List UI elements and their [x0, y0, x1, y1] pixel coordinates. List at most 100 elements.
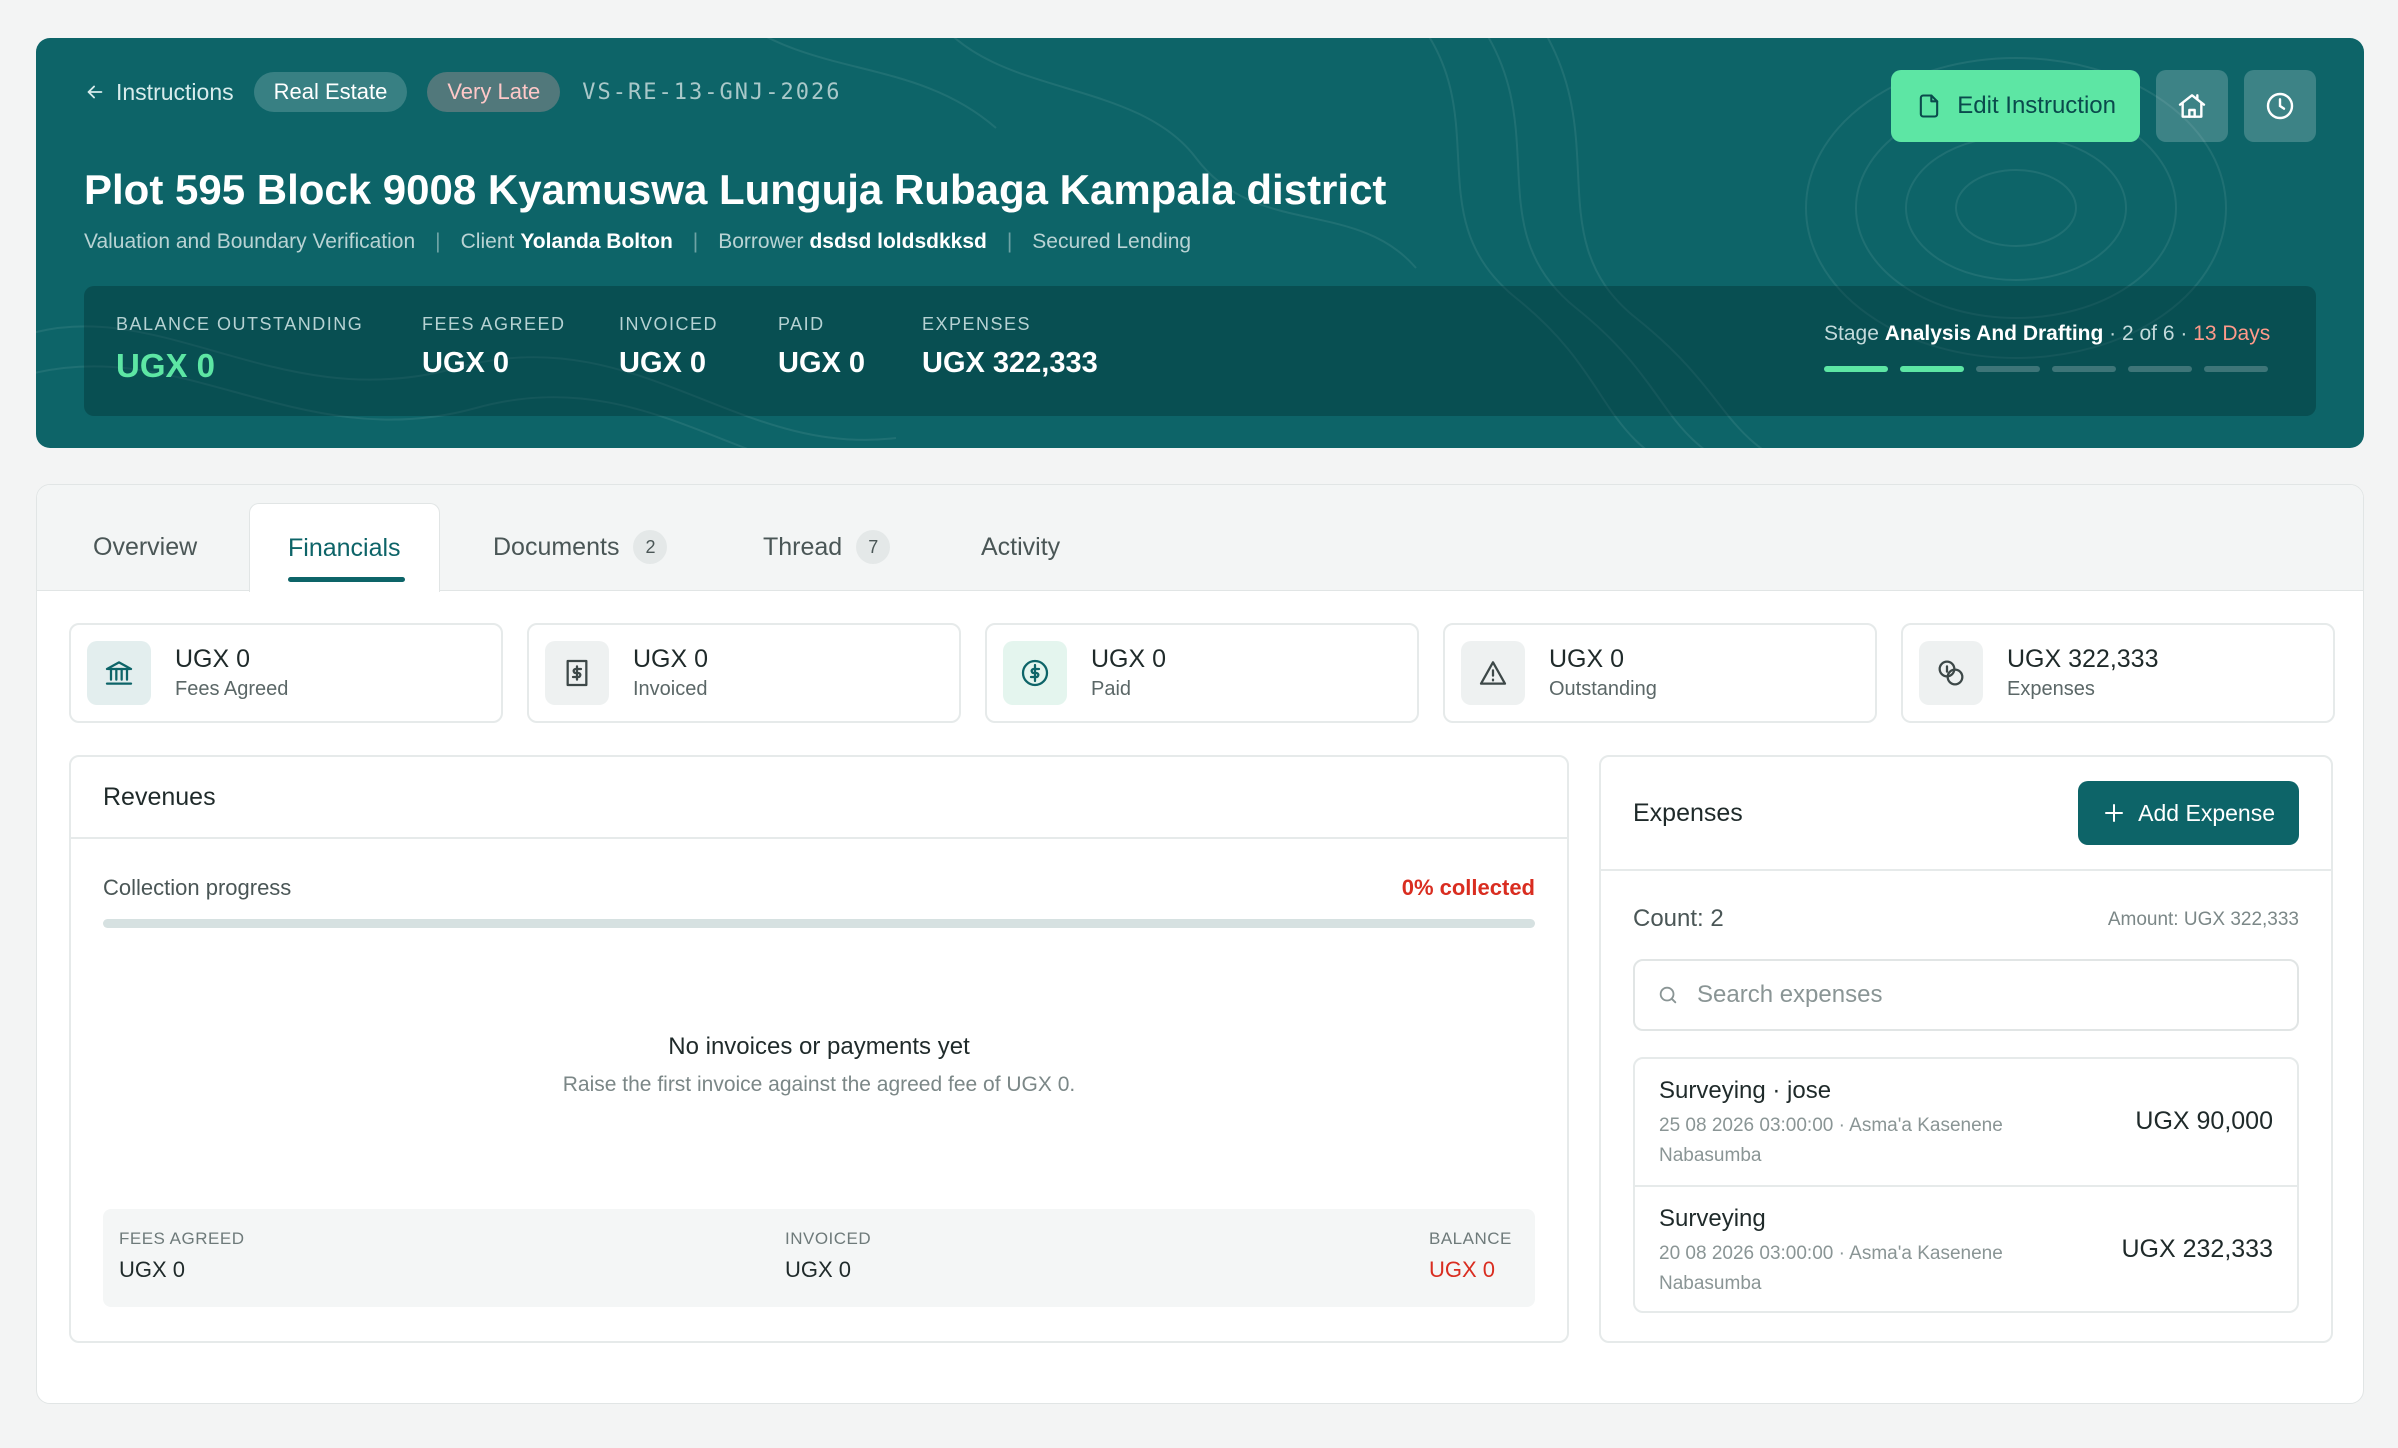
summary-label: INVOICED — [785, 1229, 872, 1248]
purpose: Secured Lending — [1032, 230, 1192, 253]
kpi-fees-agreed: UGX 0 Fees Agreed — [69, 623, 503, 723]
client-name: Yolanda Bolton — [520, 230, 673, 253]
empty-state-title: No invoices or payments yet — [668, 1033, 970, 1060]
empty-state-subtitle: Raise the first invoice against the agre… — [562, 1073, 1076, 1096]
stat-label: FEES AGREED — [422, 314, 566, 334]
history-button[interactable] — [2244, 70, 2316, 142]
client-label: Client — [460, 230, 515, 253]
summary-label: FEES AGREED — [119, 1229, 245, 1248]
add-expense-button[interactable]: Add Expense — [2078, 781, 2299, 845]
stage-text: Stage Analysis And Drafting · 2 of 6 · 1… — [1824, 322, 2270, 346]
meta-separator: | — [692, 230, 699, 253]
collection-progress-label: Collection progress — [103, 875, 292, 900]
kpi-text: UGX 0 Paid — [1091, 645, 1166, 701]
kpi-label: Fees Agreed — [175, 678, 289, 700]
back-to-instructions-link[interactable]: Instructions — [84, 79, 234, 106]
dollar-circle-icon — [1021, 659, 1049, 687]
tab-financials[interactable]: Financials — [249, 503, 440, 592]
plus-icon — [2105, 804, 2124, 822]
coins-icon — [1938, 660, 1964, 686]
reference-code: VS-RE-13-GNJ-2026 — [582, 79, 842, 105]
stat-value: UGX 322,333 — [922, 347, 1098, 379]
kpi-icon-wrap — [1919, 641, 1983, 705]
meta-separator: | — [1006, 230, 1013, 253]
stage-step — [1976, 366, 2040, 372]
kpi-icon-wrap — [1003, 641, 1067, 705]
expense-name: Surveying · jose — [1659, 1077, 1832, 1104]
stage-step — [1900, 366, 1964, 372]
expense-item[interactable]: Surveying · jose 25 08 2026 03:00:00 · A… — [1635, 1059, 2297, 1185]
meta-separator: | — [435, 230, 441, 253]
tab-label: Activity — [981, 532, 1061, 561]
kpi-text: UGX 0 Invoiced — [633, 645, 708, 701]
kpi-label: Paid — [1091, 678, 1132, 700]
revenues-title: Revenues — [71, 757, 1567, 839]
expense-amount: UGX 90,000 — [2135, 1107, 2273, 1135]
tab-activity[interactable]: Activity — [981, 503, 1060, 591]
revenues-panel: Revenues Collection progress 0% collecte… — [69, 755, 1569, 1343]
stat-paid: PAID UGX 0 — [778, 314, 865, 380]
kpi-text: UGX 0 Fees Agreed — [175, 645, 288, 701]
stage-step — [1824, 366, 1888, 372]
stage-position: · 2 of 6 · — [2103, 322, 2194, 345]
edit-instruction-button[interactable]: Edit Instruction — [1891, 70, 2140, 142]
collection-progress-row: Collection progress 0% collected — [103, 875, 1535, 901]
stage-steps — [1824, 366, 2268, 372]
kpi-icon-wrap — [545, 641, 609, 705]
tab-thread[interactable]: Thread 7 — [763, 503, 891, 591]
house-icon — [2178, 94, 2206, 118]
back-link-label: Instructions — [116, 78, 234, 105]
arrow-left-icon — [87, 85, 103, 99]
property-button[interactable] — [2156, 70, 2228, 142]
stage-step — [2204, 366, 2268, 372]
kpi-text: UGX 322,333 Expenses — [2007, 645, 2159, 701]
stage-step — [2052, 366, 2116, 372]
expense-list: Surveying · jose 25 08 2026 03:00:00 · A… — [1633, 1057, 2299, 1313]
kpi-label: Invoiced — [633, 678, 708, 700]
kpi-value: UGX 0 — [175, 645, 251, 673]
kpi-invoiced: UGX 0 Invoiced — [527, 623, 961, 723]
kpi-icon-wrap — [87, 641, 151, 705]
stage-progress: Stage Analysis And Drafting · 2 of 6 · 1… — [1824, 322, 2270, 372]
expense-amount: UGX 232,333 — [2121, 1235, 2274, 1263]
expense-item[interactable]: Surveying 20 08 2026 03:00:00 · Asma'a K… — [1635, 1185, 2297, 1311]
tab-overview[interactable]: Overview — [93, 503, 197, 591]
expense-name: Surveying — [1659, 1205, 1766, 1232]
kpi-outstanding: UGX 0 Outstanding — [1443, 623, 1877, 723]
header-actions: Edit Instruction — [1891, 70, 2316, 142]
kpi-value: UGX 0 — [1549, 645, 1625, 673]
expense-search — [1633, 959, 2299, 1031]
add-expense-label: Add Expense — [2138, 799, 2275, 826]
stat-fees: FEES AGREED UGX 0 — [422, 314, 566, 380]
count-badge: 7 — [856, 530, 891, 564]
stat-invoiced: INVOICED UGX 0 — [619, 314, 718, 380]
tab-bar: Overview Financials Documents 2 Thread 7… — [37, 485, 2363, 592]
borrower-label: Borrower — [718, 230, 804, 253]
status-badge: Very Late — [427, 72, 561, 112]
bank-icon — [105, 661, 133, 685]
expenses-title: Expenses — [1633, 799, 1743, 827]
category-badge: Real Estate — [253, 72, 408, 112]
instruction-header: Instructions Real Estate Very Late VS-RE… — [36, 38, 2364, 448]
tab-label: Documents — [493, 532, 620, 561]
tab-documents[interactable]: Documents 2 — [493, 503, 668, 591]
collection-progress-bar — [103, 919, 1535, 928]
instruction-meta: Valuation and Boundary Verification | Cl… — [84, 230, 1191, 254]
tab-label: Overview — [93, 532, 198, 561]
stat-value: UGX 0 — [116, 347, 216, 384]
tab-label: Thread — [763, 532, 843, 561]
stat-label: INVOICED — [619, 314, 719, 334]
search-expenses-input[interactable] — [1697, 981, 2257, 1009]
stat-balance: BALANCE OUTSTANDING UGX 0 — [116, 314, 363, 385]
kpi-expenses: UGX 322,333 Expenses — [1901, 623, 2335, 723]
active-tab-indicator — [288, 577, 405, 582]
service-type: Valuation and Boundary Verification — [84, 230, 416, 253]
summary-value: UGX 0 — [1429, 1257, 1496, 1282]
stage-step — [2128, 366, 2192, 372]
kpi-icon-wrap — [1461, 641, 1525, 705]
instruction-content: Overview Financials Documents 2 Thread 7… — [36, 484, 2364, 1404]
kpi-value: UGX 0 — [633, 645, 709, 673]
receipt-icon — [566, 659, 588, 687]
revenues-summary: FEES AGREED UGX 0 INVOICED UGX 0 BALANCE… — [103, 1209, 1535, 1307]
clock-icon — [2266, 92, 2294, 120]
